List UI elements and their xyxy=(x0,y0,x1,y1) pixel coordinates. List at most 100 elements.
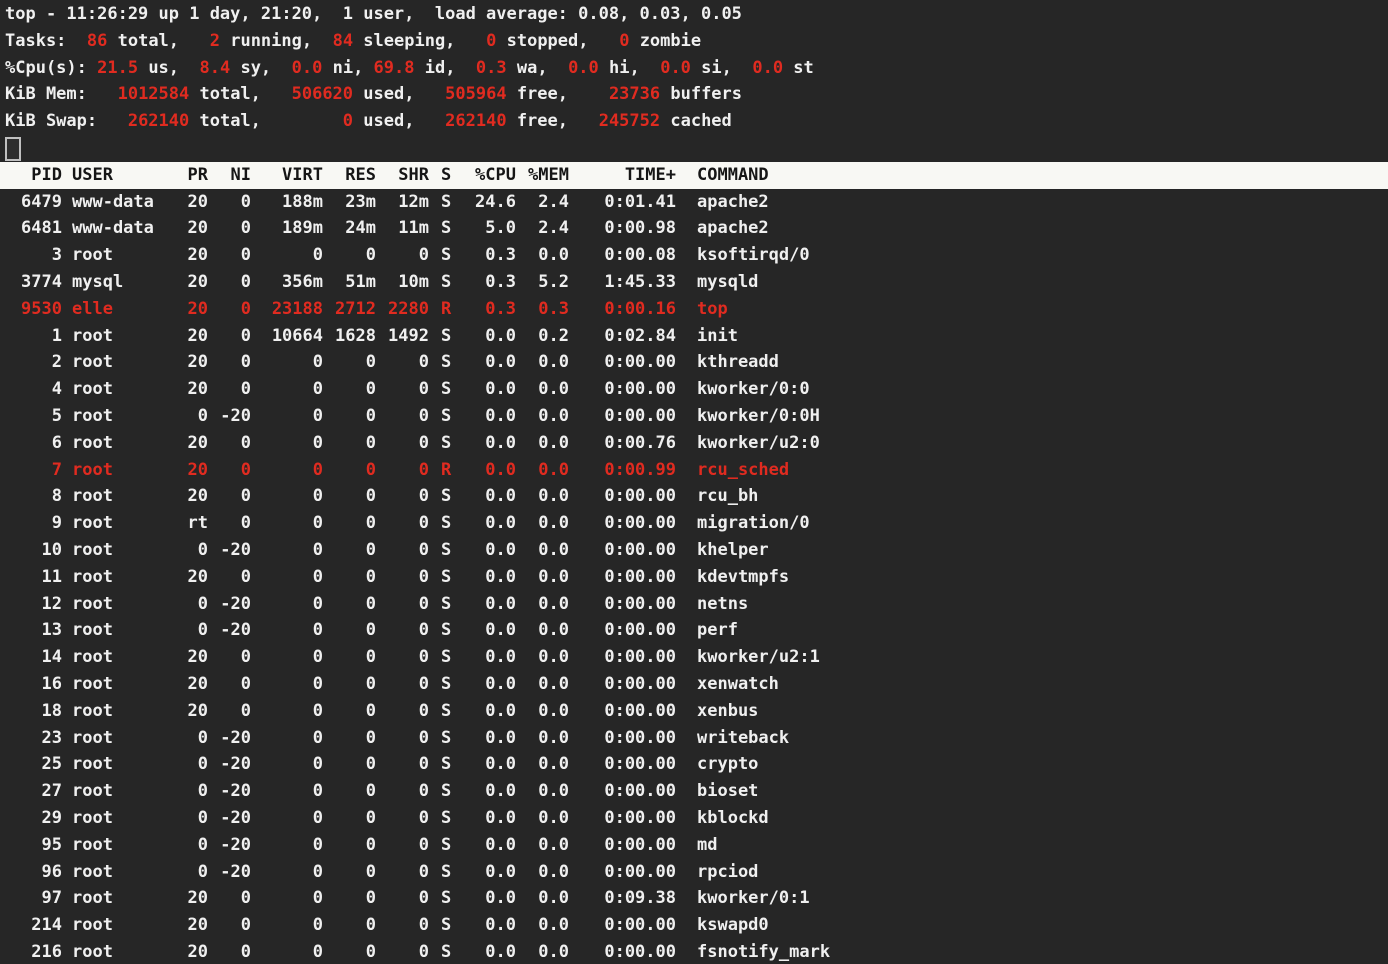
terminal-window[interactable]: top - 11:26:29 up 1 day, 21:20, 1 user, … xyxy=(0,0,1388,964)
cell-s: S xyxy=(429,671,453,698)
process-row: 97root200000S0.00.00:09.38kworker/0:1 xyxy=(0,885,1388,912)
cell-pr: 0 xyxy=(162,617,208,644)
column-header-shr: SHR xyxy=(376,162,429,189)
cell-cpu: 0.0 xyxy=(453,698,516,725)
cell-shr: 0 xyxy=(376,725,429,752)
cell-s: S xyxy=(429,805,453,832)
process-row: 10root0-20000S0.00.00:00.00khelper xyxy=(0,537,1388,564)
cell-pid: 9 xyxy=(5,510,62,537)
cell-shr: 0 xyxy=(376,591,429,618)
process-row: 9rootrt0000S0.00.00:00.00migration/0 xyxy=(0,510,1388,537)
cell-command: kworker/u2:0 xyxy=(676,430,1388,457)
cell-time: 0:00.00 xyxy=(569,751,676,778)
cell-s: S xyxy=(429,725,453,752)
cell-pr: rt xyxy=(162,510,208,537)
cell-time: 0:00.00 xyxy=(569,698,676,725)
column-header-pid: PID xyxy=(5,162,62,189)
cell-res: 0 xyxy=(323,885,376,912)
cell-command: khelper xyxy=(676,537,1388,564)
summary-segment: 506620 xyxy=(292,84,353,104)
cell-cpu: 0.0 xyxy=(453,671,516,698)
summary-segment: %Cpu(s): xyxy=(5,58,97,78)
cell-mem: 0.0 xyxy=(516,671,569,698)
cell-mem: 0.0 xyxy=(516,751,569,778)
cell-shr: 0 xyxy=(376,349,429,376)
cell-pid: 13 xyxy=(5,617,62,644)
cursor-line xyxy=(0,135,1388,162)
column-header-time: TIME+ xyxy=(569,162,676,189)
cell-virt: 0 xyxy=(251,457,323,484)
cell-pr: 20 xyxy=(162,323,208,350)
process-row: 6root200000S0.00.00:00.76kworker/u2:0 xyxy=(0,430,1388,457)
cell-pr: 20 xyxy=(162,885,208,912)
swap-line: KiB Swap: 262140 total, 0 used, 262140 f… xyxy=(0,108,1388,135)
process-row: 1root2001066416281492S0.00.20:02.84init xyxy=(0,323,1388,350)
process-row: 6481www-data200189m24m11mS5.02.40:00.98a… xyxy=(0,215,1388,242)
cell-command: perf xyxy=(676,617,1388,644)
cell-s: S xyxy=(429,912,453,939)
cell-pid: 2 xyxy=(5,349,62,376)
cell-time: 0:00.99 xyxy=(569,457,676,484)
cell-mem: 0.0 xyxy=(516,805,569,832)
summary-segment: us, xyxy=(138,58,199,78)
cell-command: kblockd xyxy=(676,805,1388,832)
cell-pr: 0 xyxy=(162,805,208,832)
cell-virt: 0 xyxy=(251,403,323,430)
cell-res: 51m xyxy=(323,269,376,296)
cell-pid: 97 xyxy=(5,885,62,912)
cell-s: S xyxy=(429,751,453,778)
cell-res: 0 xyxy=(323,430,376,457)
cell-time: 0:00.08 xyxy=(569,242,676,269)
cell-ni: 0 xyxy=(208,457,251,484)
cell-virt: 0 xyxy=(251,832,323,859)
cell-s: S xyxy=(429,564,453,591)
cell-mem: 0.0 xyxy=(516,725,569,752)
cell-virt: 188m xyxy=(251,189,323,216)
process-row: 216root200000S0.00.00:00.00fsnotify_mark xyxy=(0,939,1388,964)
cell-virt: 189m xyxy=(251,215,323,242)
cell-cpu: 0.0 xyxy=(453,403,516,430)
cell-cpu: 0.0 xyxy=(453,591,516,618)
cell-res: 0 xyxy=(323,349,376,376)
cell-virt: 0 xyxy=(251,430,323,457)
cell-user: root xyxy=(62,725,162,752)
cell-s: S xyxy=(429,859,453,886)
cell-user: root xyxy=(62,403,162,430)
cell-s: S xyxy=(429,510,453,537)
cell-cpu: 0.0 xyxy=(453,323,516,350)
cell-pr: 0 xyxy=(162,537,208,564)
cell-s: S xyxy=(429,483,453,510)
cell-time: 0:00.00 xyxy=(569,778,676,805)
summary-segment: running, xyxy=(220,31,333,51)
cell-s: S xyxy=(429,698,453,725)
cell-ni: -20 xyxy=(208,778,251,805)
process-row: 9530elle2002318827122280R0.30.30:00.16to… xyxy=(0,296,1388,323)
cell-virt: 0 xyxy=(251,778,323,805)
cell-virt: 356m xyxy=(251,269,323,296)
cell-virt: 23188 xyxy=(251,296,323,323)
summary-segment: buffers xyxy=(660,84,742,104)
cell-res: 0 xyxy=(323,376,376,403)
cell-time: 0:01.41 xyxy=(569,189,676,216)
process-row: 23root0-20000S0.00.00:00.00writeback xyxy=(0,725,1388,752)
cell-ni: 0 xyxy=(208,564,251,591)
cell-res: 1628 xyxy=(323,323,376,350)
cell-pid: 95 xyxy=(5,832,62,859)
cell-ni: 0 xyxy=(208,671,251,698)
cell-user: root xyxy=(62,644,162,671)
cell-command: kworker/u2:1 xyxy=(676,644,1388,671)
summary-segment: 0 xyxy=(343,111,353,131)
cell-pr: 0 xyxy=(162,859,208,886)
cell-pid: 214 xyxy=(5,912,62,939)
cell-command: kdevtmpfs xyxy=(676,564,1388,591)
cell-pid: 216 xyxy=(5,939,62,964)
process-row: 25root0-20000S0.00.00:00.00crypto xyxy=(0,751,1388,778)
cell-user: root xyxy=(62,510,162,537)
cell-pid: 5 xyxy=(5,403,62,430)
summary-segment: used, xyxy=(353,111,445,131)
cell-cpu: 0.0 xyxy=(453,564,516,591)
cell-command: rcu_bh xyxy=(676,483,1388,510)
cell-ni: 0 xyxy=(208,644,251,671)
cell-shr: 0 xyxy=(376,832,429,859)
cell-pr: 20 xyxy=(162,296,208,323)
